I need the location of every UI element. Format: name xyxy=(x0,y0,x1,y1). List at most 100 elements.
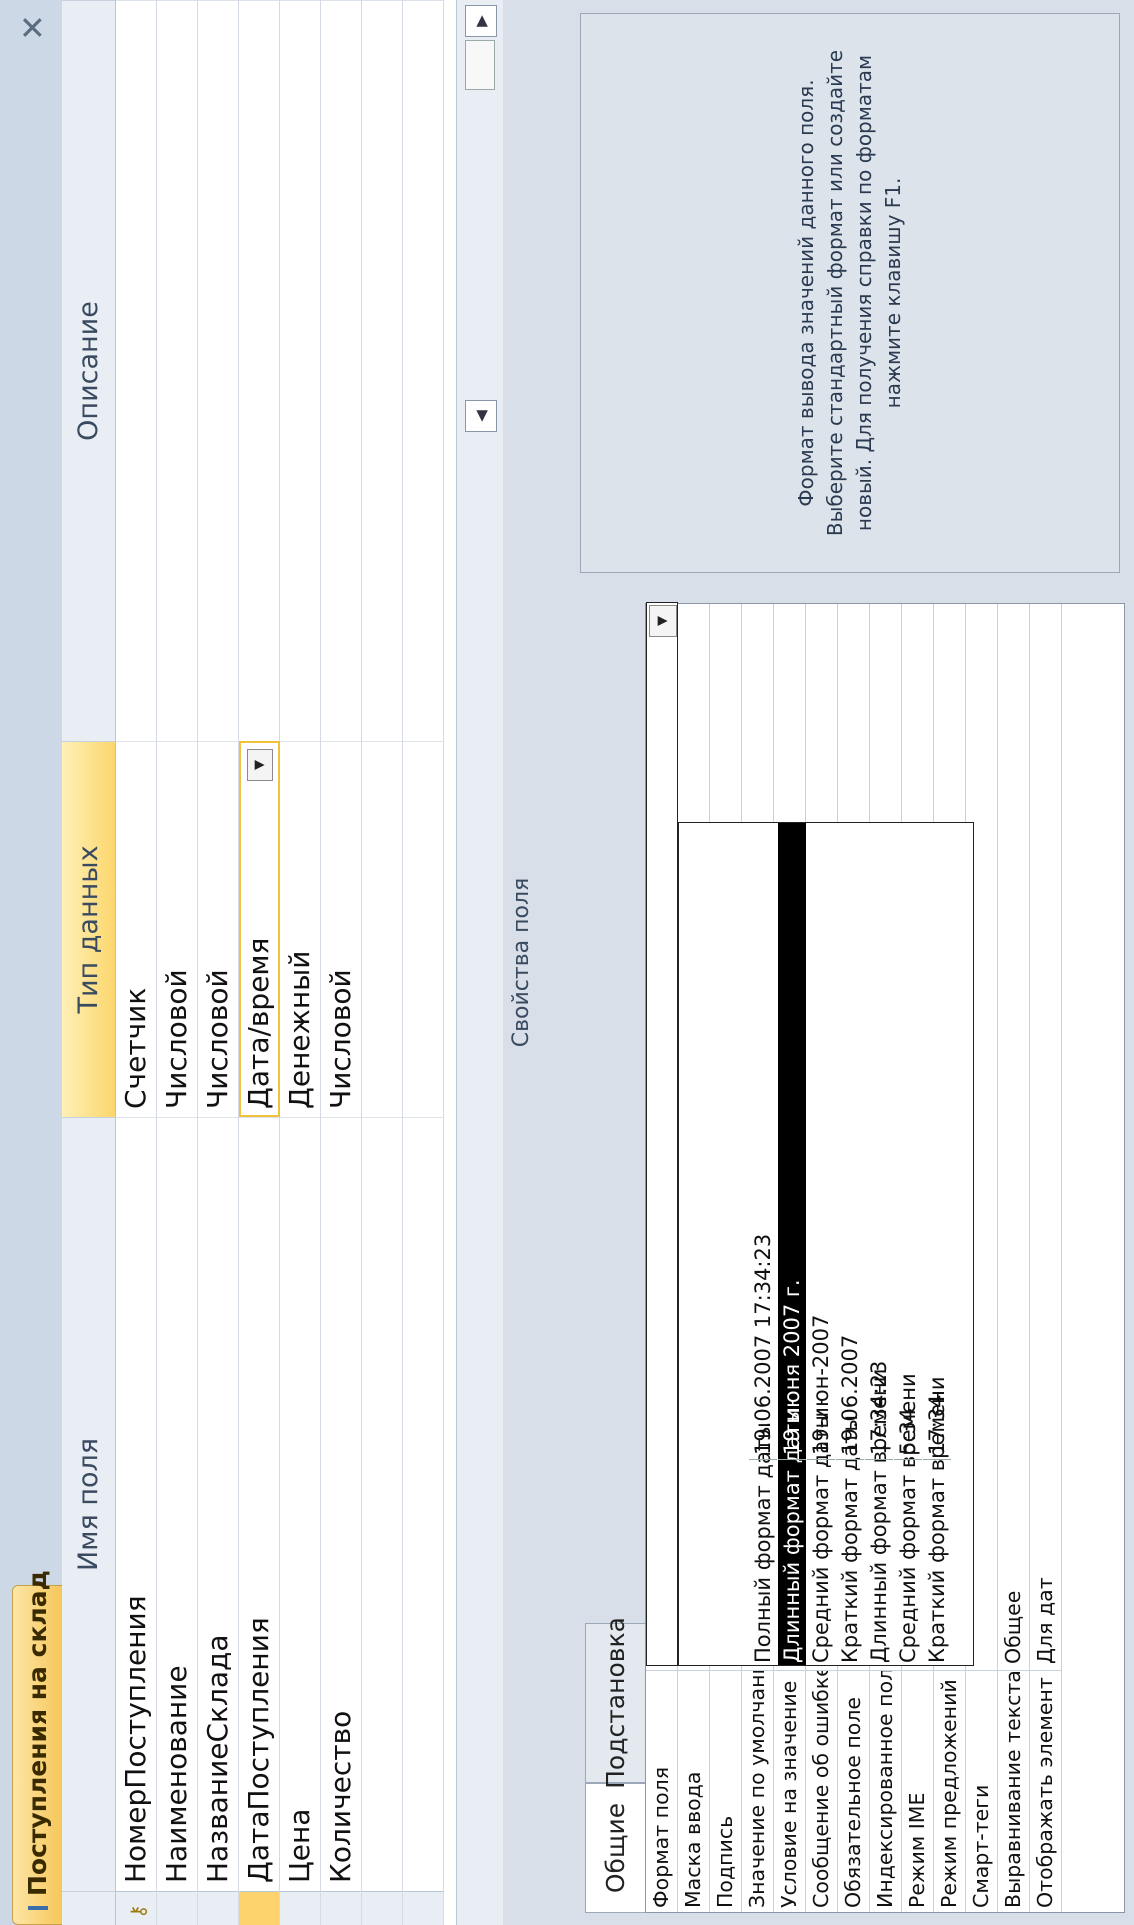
row-selector[interactable] xyxy=(280,1891,320,1925)
field-name-cell[interactable] xyxy=(362,1117,402,1891)
table-row[interactable]: НазваниеСклада Числовой xyxy=(198,0,239,1925)
property-name: Подпись xyxy=(710,1670,741,1912)
field-name-cell[interactable]: ДатаПоступления xyxy=(239,1117,279,1891)
scroll-thumb[interactable] xyxy=(465,40,495,90)
object-tab[interactable]: Поступления на склад xyxy=(12,1570,62,1925)
object-tab-strip: Поступления на склад ✕ xyxy=(0,0,63,1925)
format-option[interactable]: Полный формат даты 19.06.2007 17:34:23 xyxy=(749,823,777,1665)
field-name-cell[interactable] xyxy=(403,1117,443,1891)
description-cell[interactable] xyxy=(116,0,156,741)
empty-table-row[interactable] xyxy=(362,0,403,1925)
option-separator xyxy=(865,1459,893,1460)
table-row[interactable]: Цена Денежный xyxy=(280,0,321,1925)
header-data-type: Тип данных xyxy=(62,741,116,1117)
property-name: Смарт-теги xyxy=(966,1670,997,1912)
scroll-left-icon[interactable]: ◀ xyxy=(465,400,497,432)
tab-general[interactable]: Общие xyxy=(585,1783,645,1913)
format-option-example: 5:34 xyxy=(896,1407,920,1455)
table-row[interactable]: ⚷ НомерПоступления Счетчик xyxy=(116,0,157,1925)
row-selector[interactable] xyxy=(157,1891,197,1925)
format-option-example: 19 июня 2007 г. xyxy=(780,1279,804,1455)
table-row[interactable]: ДатаПоступления Дата/время ▼ xyxy=(239,0,280,1925)
row-selector[interactable] xyxy=(198,1891,238,1925)
format-dropdown-list[interactable]: Полный формат даты 19.06.2007 17:34:23 Дли… xyxy=(678,822,974,1666)
option-separator xyxy=(836,1459,864,1460)
table-row[interactable]: Наименование Числовой xyxy=(157,0,198,1925)
option-separator xyxy=(778,1459,806,1460)
format-option[interactable]: Средний формат даты 19-июн-2007 xyxy=(807,823,835,1665)
description-cell[interactable] xyxy=(157,0,197,741)
property-name: Сообщение об ошибке xyxy=(806,1670,837,1912)
data-type-cell[interactable] xyxy=(362,741,402,1117)
format-option[interactable]: Краткий формат времени 17:34 xyxy=(923,823,951,1665)
field-name-cell[interactable]: Количество xyxy=(321,1117,361,1891)
option-separator xyxy=(807,1459,835,1460)
property-name: Обязательное поле xyxy=(838,1670,869,1912)
row-selector[interactable] xyxy=(321,1891,361,1925)
row-selector[interactable] xyxy=(239,1891,279,1925)
header-field-name: Имя поля xyxy=(62,1117,116,1891)
field-name-cell[interactable]: Наименование xyxy=(157,1117,197,1891)
empty-table-row[interactable] xyxy=(403,0,444,1925)
table-icon xyxy=(27,1906,48,1910)
data-type-combobox[interactable]: ▼ xyxy=(239,741,280,1117)
property-name: Режим IME xyxy=(902,1670,933,1912)
field-properties-title: Свойства поля xyxy=(509,877,534,1048)
data-type-cell[interactable]: Счетчик xyxy=(116,741,156,1117)
option-separator xyxy=(749,1459,777,1460)
description-cell[interactable] xyxy=(362,0,402,741)
data-type-cell[interactable]: Числовой xyxy=(157,741,197,1117)
property-name: Отображать элемент выбора даты xyxy=(1030,1670,1061,1912)
help-panel: Формат вывода значений данного поля. Выб… xyxy=(580,13,1120,573)
format-option[interactable]: Длинный формат даты 19 июня 2007 г. xyxy=(778,823,806,1665)
property-row[interactable]: Выравнивание текста Общее xyxy=(998,604,1030,1912)
option-separator xyxy=(894,1459,922,1460)
property-value[interactable]: Общее xyxy=(998,1591,1029,1664)
format-option-example: 19.06.2007 17:34:23 xyxy=(751,1233,775,1455)
property-name: Выравнивание текста xyxy=(998,1670,1029,1912)
dropdown-arrow-icon[interactable]: ▼ xyxy=(247,749,273,781)
data-type-cell[interactable]: Числовой xyxy=(198,741,238,1117)
scroll-right-icon[interactable]: ▶ xyxy=(465,5,497,37)
property-value[interactable]: Для дат xyxy=(1030,1577,1061,1664)
format-option[interactable]: Краткий формат даты 19.06.2007 xyxy=(836,823,864,1665)
property-name: Маска ввода xyxy=(678,1670,709,1912)
format-option-example: 17:34 xyxy=(925,1394,949,1455)
field-name-cell[interactable]: Цена xyxy=(280,1117,320,1891)
description-cell[interactable] xyxy=(198,0,238,741)
property-name: Значение по умолчанию xyxy=(742,1670,773,1912)
description-cell[interactable] xyxy=(239,0,279,741)
help-text: Формат вывода значений данного поля. Выб… xyxy=(794,49,905,537)
property-name: Индексированное поле xyxy=(870,1670,901,1912)
grid-corner[interactable] xyxy=(62,1891,116,1925)
table-row[interactable]: Количество Числовой xyxy=(321,0,362,1925)
row-selector[interactable]: ⚷ xyxy=(116,1891,156,1925)
format-option[interactable]: Средний формат времени 5:34 xyxy=(894,823,922,1665)
format-field-input[interactable]: ▼ xyxy=(646,602,678,1666)
object-tab-title: Поступления на склад xyxy=(23,1570,52,1896)
close-icon[interactable]: ✕ xyxy=(14,14,52,41)
format-option[interactable]: Длинный формат времени 17:34:23 xyxy=(865,823,893,1665)
description-cell[interactable] xyxy=(403,0,443,741)
row-selector[interactable] xyxy=(362,1891,402,1925)
horizontal-scrollbar[interactable]: ◀ ▶ xyxy=(456,0,503,1925)
field-properties-pane: Общие Подстановка Формат поля Маска ввода… xyxy=(542,595,1134,1925)
field-name-cell[interactable]: НомерПоступления xyxy=(116,1117,156,1891)
property-name: Условие на значение xyxy=(774,1670,805,1912)
header-description: Описание xyxy=(62,0,116,741)
format-option-example: 19.06.2007 xyxy=(838,1334,862,1455)
description-cell[interactable] xyxy=(280,0,320,741)
data-type-cell[interactable]: Числовой xyxy=(321,741,361,1117)
property-name: Формат поля xyxy=(646,1670,677,1912)
dropdown-arrow-icon[interactable]: ▼ xyxy=(649,605,677,637)
row-selector[interactable] xyxy=(403,1891,443,1925)
description-cell[interactable] xyxy=(321,0,361,741)
field-name-cell[interactable]: НазваниеСклада xyxy=(198,1117,238,1891)
property-row[interactable]: Отображать элемент выбора даты Для дат xyxy=(1030,604,1062,1912)
tab-lookup[interactable]: Подстановка xyxy=(585,1617,645,1789)
data-type-cell[interactable] xyxy=(403,741,443,1117)
data-type-cell[interactable]: Денежный xyxy=(280,741,320,1117)
format-option-example: 17:34:23 xyxy=(867,1360,891,1455)
property-name: Режим предложений IME xyxy=(934,1670,965,1912)
format-option-example: 19-июн-2007 xyxy=(809,1314,833,1455)
